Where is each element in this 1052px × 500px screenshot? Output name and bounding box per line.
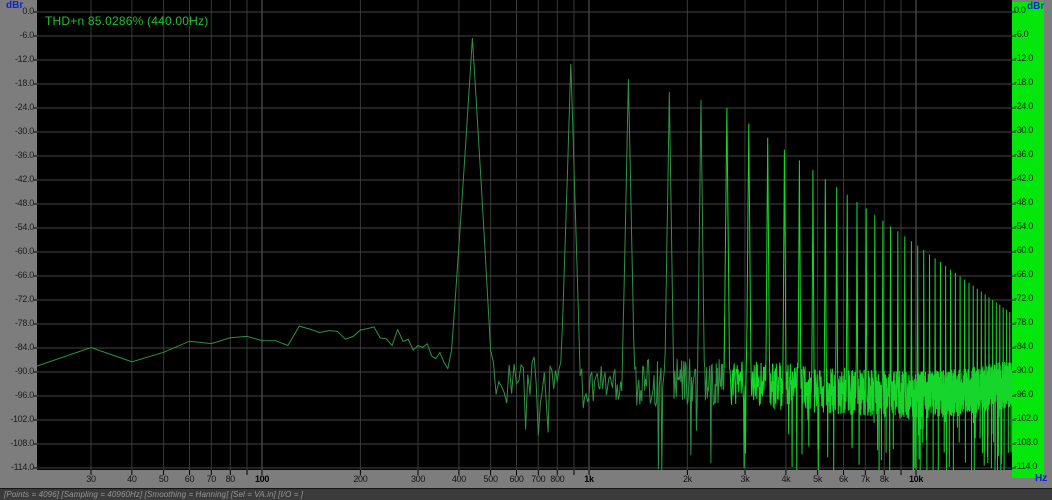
y-axis-label: -96.0 bbox=[14, 390, 34, 400]
y-axis-label: -48.0 bbox=[14, 198, 34, 208]
meter-scale-label: 0.0 bbox=[1014, 5, 1026, 15]
level-meter-bar bbox=[1012, 2, 1044, 478]
meter-scale-label: -18.0 bbox=[1014, 77, 1034, 87]
y-axis-label: -12.0 bbox=[14, 54, 34, 64]
x-axis-label: 60 bbox=[184, 474, 195, 484]
meter-scale-label: -96.0 bbox=[1014, 389, 1034, 399]
x-axis-label: 80 bbox=[225, 474, 236, 484]
x-axis-label: 7k bbox=[860, 474, 870, 484]
meter-scale-label: -72.0 bbox=[1014, 293, 1034, 303]
x-axis-label: 100 bbox=[254, 474, 270, 484]
x-axis-label: 5k bbox=[813, 474, 823, 484]
x-axis-label: 40 bbox=[127, 474, 137, 484]
y-axis-label: -102.0 bbox=[10, 414, 34, 424]
meter-scale-label: -12.0 bbox=[1014, 53, 1034, 63]
x-axis-label: 2k bbox=[682, 474, 692, 484]
meter-scale-label: -36.0 bbox=[1014, 149, 1034, 159]
x-axis-label: 400 bbox=[451, 474, 466, 484]
meter-scale-label: -114.0 bbox=[1014, 461, 1038, 471]
y-axis-label: -114.0 bbox=[10, 462, 34, 472]
y-axis-label: -78.0 bbox=[14, 318, 34, 328]
x-axis-label: 500 bbox=[483, 474, 498, 484]
y-axis-label: -36.0 bbox=[14, 150, 34, 160]
meter-scale-label: -66.0 bbox=[1014, 269, 1034, 279]
meter-scale-label: -24.0 bbox=[1014, 101, 1034, 111]
y-axis-label: -18.0 bbox=[14, 78, 34, 88]
x-axis-label: 700 bbox=[531, 474, 546, 484]
y-axis-label: -42.0 bbox=[14, 174, 34, 184]
x-axis-label: 600 bbox=[509, 474, 524, 484]
meter-scale-label: -90.0 bbox=[1014, 365, 1034, 375]
y-axis-label: -6.0 bbox=[19, 30, 35, 40]
y-axis-label: -84.0 bbox=[14, 342, 34, 352]
meter-scale-label: -78.0 bbox=[1014, 317, 1034, 327]
meter-scale-label: -48.0 bbox=[1014, 197, 1034, 207]
y-axis-label: -60.0 bbox=[14, 246, 34, 256]
x-axis-label: 10k bbox=[908, 474, 924, 484]
meter-scale-label: -30.0 bbox=[1014, 125, 1034, 135]
thd-readout: THD+n 85.0286% (440.00Hz) bbox=[45, 14, 209, 28]
freq-axis-unit-label: Hz bbox=[1035, 473, 1048, 484]
x-axis-label: 4k bbox=[781, 474, 791, 484]
y-axis-label: -108.0 bbox=[10, 438, 34, 448]
meter-scale-label: -108.0 bbox=[1014, 437, 1038, 447]
meter-scale-label: -84.0 bbox=[1014, 341, 1034, 351]
y-axis-label: -66.0 bbox=[14, 270, 34, 280]
y-axis-label: -90.0 bbox=[14, 366, 34, 376]
x-axis-label: 8k bbox=[879, 474, 889, 484]
meter-scale-label: -54.0 bbox=[1014, 221, 1034, 231]
visual-analyser-window: dBr dBr Hz THD+n 85.0286% (440.00Hz) 0.0… bbox=[0, 0, 1052, 500]
y-axis-label: -24.0 bbox=[14, 102, 34, 112]
meter-scale-label: -102.0 bbox=[1014, 413, 1038, 423]
x-axis-label: 6k bbox=[839, 474, 848, 484]
meter-scale-label: -42.0 bbox=[1014, 173, 1034, 183]
x-axis-label: 200 bbox=[353, 474, 368, 484]
x-axis-label: 50 bbox=[158, 474, 169, 484]
x-axis-label: 3k bbox=[740, 474, 750, 484]
x-axis-label: 1k bbox=[584, 474, 594, 484]
spectrum-plot-area[interactable] bbox=[0, 0, 1052, 500]
meter-scale-label: -60.0 bbox=[1014, 245, 1034, 255]
x-axis-label: 800 bbox=[550, 474, 565, 484]
y-axis-label: -54.0 bbox=[14, 222, 34, 232]
x-axis-label: 70 bbox=[206, 474, 217, 484]
y-axis-label: 0.0 bbox=[22, 6, 34, 16]
y-axis-label: -72.0 bbox=[14, 294, 34, 304]
status-bar-text: [Points = 4096] [Sampling = 40960Hz] [Sm… bbox=[4, 490, 304, 499]
meter-scale-label: -6.0 bbox=[1014, 29, 1029, 39]
x-axis-label: 300 bbox=[410, 474, 426, 484]
status-bar: [Points = 4096] [Sampling = 40960Hz] [Sm… bbox=[0, 488, 1052, 500]
x-axis-label: 30 bbox=[86, 474, 96, 484]
y-axis-label: -30.0 bbox=[14, 126, 34, 136]
